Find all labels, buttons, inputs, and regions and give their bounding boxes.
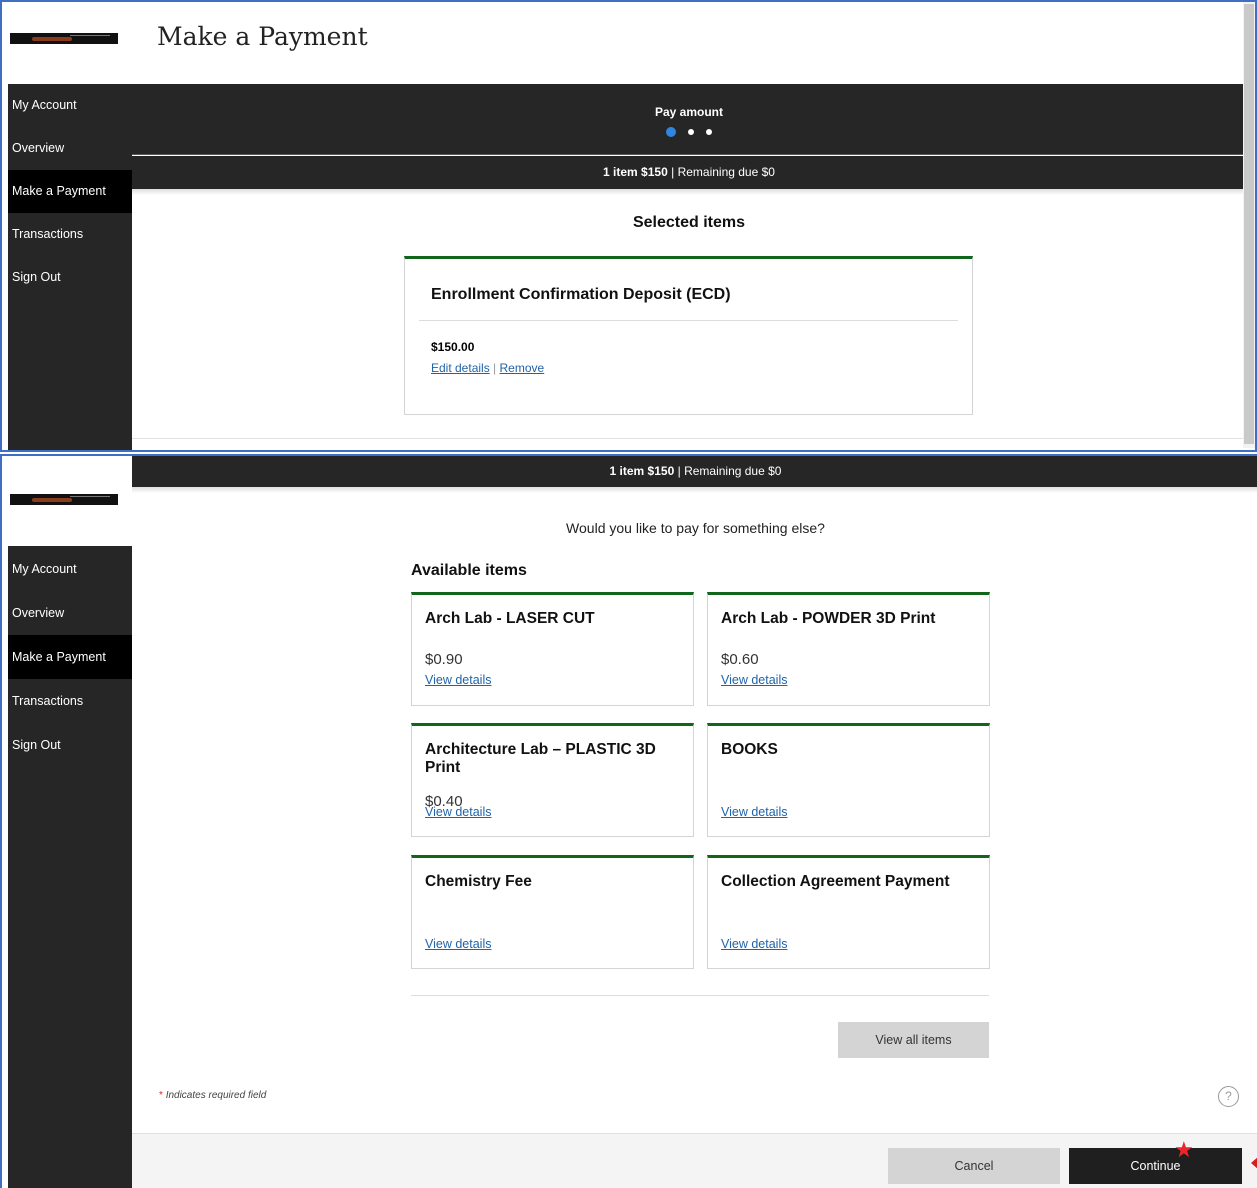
item-price: $0.90 — [425, 651, 463, 668]
pay-something-else-prompt: Would you like to pay for something else… — [566, 520, 825, 536]
page-title: Make a Payment — [157, 22, 368, 51]
summary-shadow — [132, 487, 1257, 493]
step-indicator: Pay amount — [132, 84, 1246, 155]
item-title: Arch Lab - LASER CUT — [425, 610, 595, 627]
sidebar-item-sign-out[interactable]: Sign Out — [8, 723, 132, 767]
items-divider — [411, 995, 989, 996]
sidebar-item-sign-out[interactable]: Sign Out — [8, 256, 132, 299]
sidebar-item-transactions[interactable]: Transactions — [8, 679, 132, 723]
required-field-note: * Indicates required field — [159, 1090, 266, 1101]
edit-details-link[interactable]: Edit details — [431, 361, 490, 375]
available-items-heading: Available items — [411, 562, 527, 579]
payment-summary-bar: 1 item $150 | Remaining due $0 — [132, 156, 1246, 189]
step-dot-active — [665, 126, 676, 137]
payment-summary-bar: 1 item $150 | Remaining due $0 — [132, 456, 1257, 487]
card-divider — [419, 320, 958, 321]
remaining-due: Remaining due $0 — [677, 165, 775, 179]
summary-shadow — [132, 189, 1246, 195]
view-details-link[interactable]: View details — [721, 805, 787, 819]
red-star-icon: ★ — [1174, 1137, 1194, 1162]
selected-item-amount: $150.00 — [431, 340, 475, 354]
summary-separator: | — [671, 165, 675, 179]
item-title: BOOKS — [721, 741, 778, 758]
red-arrow-left-icon — [1251, 1156, 1257, 1170]
bottom-screenshot-panel: My Account Overview Make a Payment Trans… — [0, 454, 1257, 1188]
remaining-due: Remaining due $0 — [684, 464, 782, 478]
available-item-card: Arch Lab - LASER CUT $0.90 View details — [411, 592, 694, 706]
item-title: Arch Lab - POWDER 3D Print — [721, 610, 936, 627]
selected-item-title: Enrollment Confirmation Deposit (ECD) — [431, 286, 731, 303]
selected-item-actions: Edit details | Remove — [431, 361, 544, 375]
view-details-link[interactable]: View details — [721, 673, 787, 687]
logo-area — [8, 456, 132, 546]
scrollbar[interactable] — [1243, 2, 1255, 448]
remove-link[interactable]: Remove — [500, 361, 545, 375]
item-count-total: 1 item $150 — [603, 165, 668, 179]
continue-button[interactable]: Continue — [1069, 1148, 1242, 1184]
university-logo — [10, 33, 118, 44]
summary-separator: | — [677, 464, 681, 478]
scrollbar-thumb[interactable] — [1244, 4, 1254, 444]
step-dot — [706, 128, 713, 135]
available-item-card: Chemistry Fee View details — [411, 855, 694, 969]
cancel-button[interactable]: Cancel — [888, 1148, 1060, 1184]
selected-items-heading: Selected items — [632, 214, 746, 231]
item-title: Architecture Lab – PLASTIC 3D Print — [425, 741, 656, 776]
view-details-link[interactable]: View details — [425, 673, 491, 687]
sidebar-item-my-account[interactable]: My Account — [8, 547, 132, 591]
available-item-card: Collection Agreement Payment View detail… — [707, 855, 990, 969]
item-price: $0.60 — [721, 651, 759, 668]
sidebar-item-make-a-payment[interactable]: Make a Payment — [8, 170, 132, 213]
logo-area — [8, 2, 132, 84]
available-item-card: BOOKS View details — [707, 723, 990, 837]
sidebar-item-overview[interactable]: Overview — [8, 591, 132, 635]
item-count-total: 1 item $150 — [609, 464, 675, 478]
required-note-text: Indicates required field — [165, 1090, 267, 1101]
view-details-link[interactable]: View details — [425, 937, 491, 951]
step-dots — [132, 123, 1246, 137]
sidebar: My Account Overview Make a Payment Trans… — [8, 456, 132, 1188]
sidebar-item-overview[interactable]: Overview — [8, 127, 132, 170]
step-dot — [688, 128, 694, 135]
available-item-card: Architecture Lab – PLASTIC 3D Print $0.4… — [411, 723, 694, 837]
link-separator: | — [493, 361, 497, 375]
required-asterisk: * — [159, 1090, 163, 1101]
sidebar-item-transactions[interactable]: Transactions — [8, 213, 132, 256]
university-logo — [10, 494, 118, 505]
view-all-items-button[interactable]: View all items — [838, 1022, 989, 1058]
sidebar-item-my-account[interactable]: My Account — [8, 84, 132, 127]
selected-item-card: Enrollment Confirmation Deposit (ECD) $1… — [404, 256, 973, 415]
view-details-link[interactable]: View details — [425, 805, 491, 819]
item-title: Chemistry Fee — [425, 873, 532, 890]
step-label: Pay amount — [654, 105, 723, 119]
section-divider — [132, 438, 1246, 439]
available-item-card: Arch Lab - POWDER 3D Print $0.60 View de… — [707, 592, 990, 706]
item-title: Collection Agreement Payment — [721, 873, 950, 890]
sidebar: My Account Overview Make a Payment Trans… — [8, 2, 132, 450]
view-details-link[interactable]: View details — [721, 937, 787, 951]
sidebar-item-make-a-payment[interactable]: Make a Payment — [8, 635, 132, 679]
top-screenshot-panel: My Account Overview Make a Payment Trans… — [0, 0, 1257, 452]
question-circle-icon[interactable]: ? — [1218, 1086, 1239, 1107]
